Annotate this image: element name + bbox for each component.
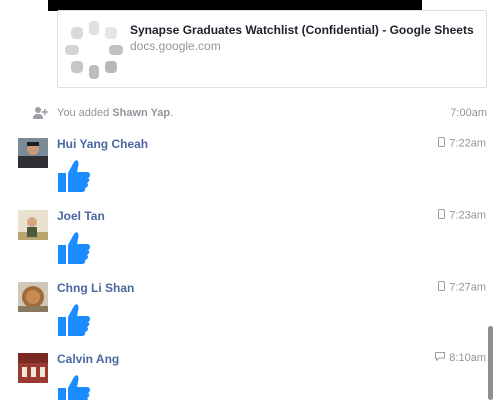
like-sticker <box>57 373 91 400</box>
message-meta: 7:22am <box>438 137 486 150</box>
loading-spinner-icon <box>63 19 125 81</box>
sender-name[interactable]: Chng Li Shan <box>57 281 134 295</box>
message-meta: 7:23am <box>438 209 486 222</box>
avatar[interactable] <box>18 282 48 312</box>
message-meta: 7:27am <box>438 281 486 294</box>
link-title[interactable]: Synapse Graduates Watchlist (Confidentia… <box>130 23 474 37</box>
system-event: You added Shawn Yap. 7:00am <box>0 105 495 123</box>
system-event-time: 7:00am <box>450 107 487 119</box>
like-sticker <box>57 230 91 266</box>
message-meta: 8:10am <box>435 352 486 364</box>
link-domain: docs.google.com <box>130 39 221 53</box>
avatar[interactable] <box>18 210 48 240</box>
add-person-icon <box>32 106 48 120</box>
sender-name[interactable]: Hui Yang Cheah <box>57 137 148 151</box>
message-row: Chng Li Shan 7:27am <box>0 278 486 348</box>
avatar[interactable] <box>18 138 48 168</box>
message-time: 7:27am <box>449 281 486 294</box>
mobile-icon <box>438 137 446 150</box>
message-time: 8:10am <box>449 352 486 364</box>
mobile-icon <box>438 209 446 222</box>
message-row: Hui Yang Cheah 7:22am <box>0 134 486 204</box>
scrollbar[interactable] <box>486 0 495 400</box>
like-sticker <box>57 302 91 338</box>
link-preview-card[interactable]: Synapse Graduates Watchlist (Confidentia… <box>57 10 487 88</box>
added-person-name: Shawn Yap <box>112 107 171 119</box>
avatar[interactable] <box>18 353 48 383</box>
chat-conversation: Synapse Graduates Watchlist (Confidentia… <box>0 0 495 400</box>
message-time: 7:22am <box>449 137 486 150</box>
mobile-icon <box>438 281 446 294</box>
message-time: 7:23am <box>449 209 486 222</box>
system-event-text: You added Shawn Yap. <box>57 107 174 119</box>
chat-icon <box>435 352 446 364</box>
sender-name[interactable]: Joel Tan <box>57 209 105 223</box>
message-row: Joel Tan 7:23am <box>0 206 486 276</box>
sender-name[interactable]: Calvin Ang <box>57 352 119 366</box>
scrollbar-thumb[interactable] <box>488 326 493 400</box>
like-sticker <box>57 158 91 194</box>
message-row: Calvin Ang 8:10am <box>0 349 486 400</box>
